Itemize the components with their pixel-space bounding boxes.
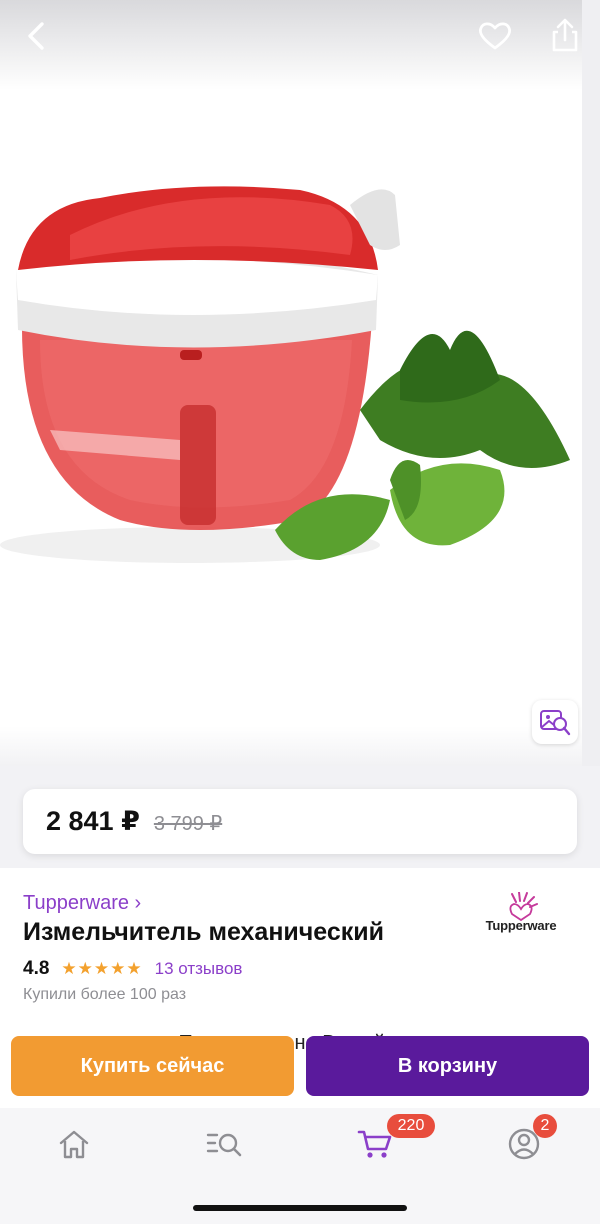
share-button[interactable] — [543, 14, 582, 58]
chevron-left-icon — [28, 22, 44, 50]
current-price: 2 841 ₽ — [46, 806, 140, 836]
cart-badge: 220 — [387, 1114, 435, 1138]
home-icon — [59, 1130, 89, 1159]
price-card: 2 841 ₽ 3 799 ₽ — [23, 789, 577, 854]
profile-badge: 2 — [533, 1114, 557, 1138]
brand-logo[interactable]: Tupperware — [478, 892, 564, 938]
image-search-icon — [540, 710, 571, 736]
visual-search-button[interactable] — [532, 700, 578, 744]
back-button[interactable] — [14, 14, 58, 58]
cart-icon — [357, 1130, 392, 1158]
add-to-cart-button[interactable]: В корзину — [306, 1036, 589, 1096]
share-icon — [552, 18, 578, 52]
old-price: 3 799 ₽ — [153, 813, 223, 835]
buy-now-button[interactable]: Купить сейчас — [11, 1036, 294, 1096]
catalog-search-icon — [206, 1133, 242, 1157]
favorite-button[interactable] — [473, 14, 517, 58]
rating-value: 4.8 — [23, 958, 50, 979]
product-photo — [0, 186, 570, 563]
rating-row: 4.8 ★★★★★ 13 отзывов — [23, 958, 242, 980]
hero-bottom-shade — [0, 726, 582, 766]
purchase-count: Купили более 100 раз — [23, 986, 187, 1003]
tab-catalog[interactable] — [194, 1122, 254, 1166]
product-title: Измельчитель механический — [23, 918, 385, 946]
product-gallery[interactable] — [0, 0, 582, 766]
rating-stars-icon: ★★★★★ — [61, 959, 143, 978]
brand-logo-text: Tupperware — [485, 918, 557, 933]
heart-icon — [478, 22, 512, 50]
home-indicator — [193, 1205, 407, 1211]
reviews-link[interactable]: 13 отзывов — [155, 959, 243, 979]
tab-home[interactable] — [44, 1122, 104, 1166]
next-image-edge — [582, 0, 600, 766]
brand-link[interactable]: Tupperware › — [23, 892, 141, 915]
